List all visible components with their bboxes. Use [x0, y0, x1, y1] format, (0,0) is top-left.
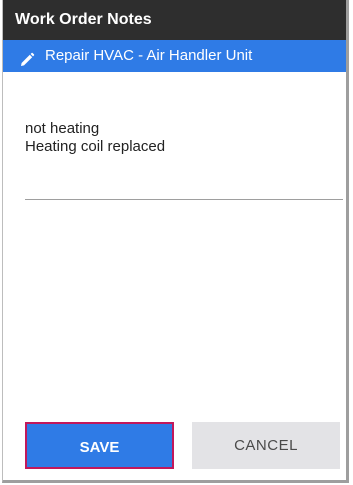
work-order-notes-dialog: Work Order Notes Repair HVAC - Air Handl…: [2, 0, 349, 483]
work-order-title: Repair HVAC - Air Handler Unit: [45, 47, 253, 64]
work-order-subheader: Repair HVAC - Air Handler Unit: [3, 40, 346, 72]
save-button[interactable]: SAVE: [25, 422, 174, 469]
dialog-title: Work Order Notes: [3, 0, 346, 40]
notes-textarea[interactable]: [25, 120, 343, 200]
pencil-icon: [19, 48, 35, 66]
cancel-button[interactable]: CANCEL: [192, 422, 340, 469]
